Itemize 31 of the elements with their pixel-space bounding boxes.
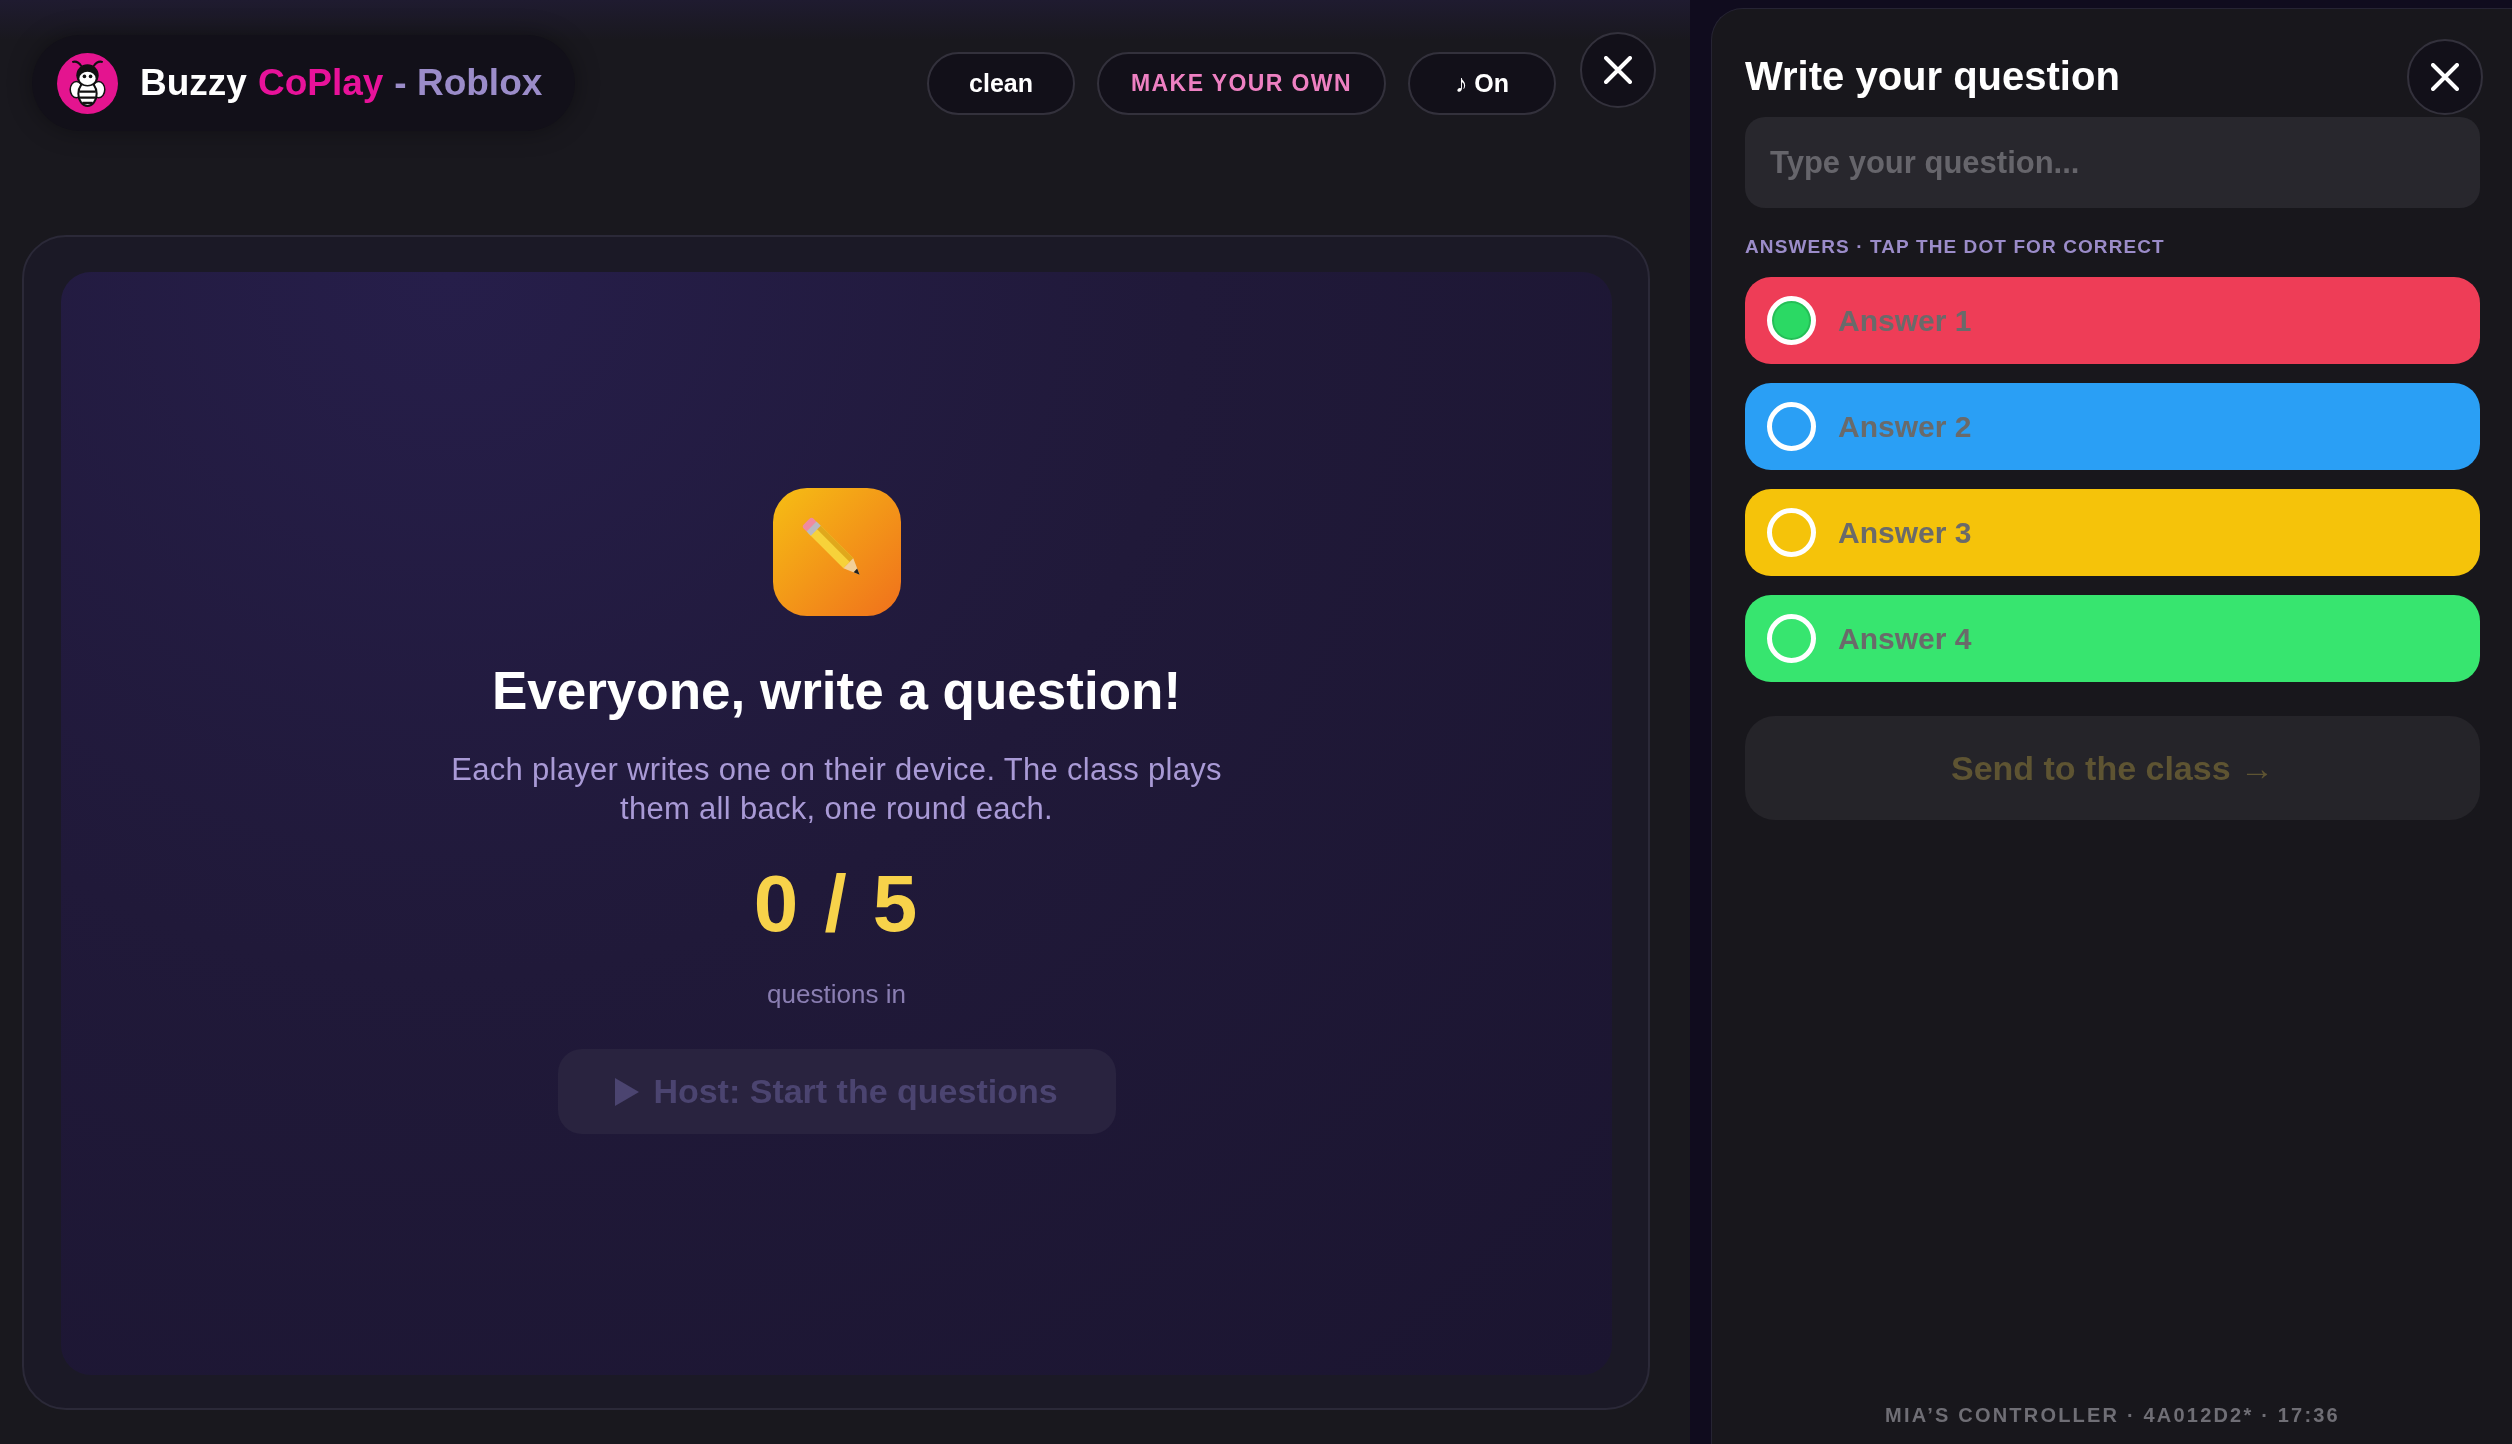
answer-field[interactable]: Answer 4	[1745, 595, 2480, 682]
pencil-icon	[772, 488, 901, 616]
answer-input[interactable]: Answer 3	[1838, 502, 2460, 563]
toolbar-button[interactable]: clean	[927, 51, 1076, 115]
close-icon	[1604, 56, 1632, 84]
answer-field[interactable]: Answer 2	[1745, 383, 2480, 470]
close-icon	[2431, 62, 2459, 91]
answer-field[interactable]: Answer 1	[1745, 277, 2480, 364]
answer-field[interactable]: Answer 3	[1745, 489, 2480, 576]
toolbar-button[interactable]: ♪ On	[1408, 51, 1556, 115]
play-icon	[615, 1077, 640, 1106]
radio-button[interactable]	[1767, 296, 1816, 345]
question-count: 0 / 5	[753, 858, 920, 950]
radio-button[interactable]	[1767, 508, 1816, 557]
brand-name: Buzzy	[140, 61, 247, 105]
stage-description: Each player writes one on their device. The class plays them all back, one round each.	[450, 751, 1223, 828]
answer-input[interactable]: Answer 2	[1838, 396, 2460, 457]
answer-input[interactable]: Answer 1	[1838, 290, 2460, 351]
bee-logo-icon	[57, 52, 118, 114]
answers-label: ANSWERS · TAP THE DOT FOR CORRECT	[1745, 235, 2166, 259]
radio-button[interactable]	[1767, 614, 1816, 663]
question-input[interactable]: Type your question...	[1745, 117, 2480, 208]
controller-footer: MIA’S CONTROLLER · 4A012D2* · 17:36	[1745, 1403, 2480, 1427]
toolbar-button[interactable]: MAKE YOUR OWN	[1097, 51, 1386, 115]
radio-button[interactable]	[1767, 402, 1816, 451]
stage-title: Everyone, write a question!	[491, 660, 1182, 722]
count-label: questions in	[767, 978, 906, 1010]
answer-input[interactable]: Answer 4	[1838, 608, 2460, 669]
brand-accent: CoPlay	[257, 61, 384, 105]
panel-title: Write your question	[1745, 54, 2120, 99]
brand-suffix: - Roblox	[394, 61, 543, 105]
